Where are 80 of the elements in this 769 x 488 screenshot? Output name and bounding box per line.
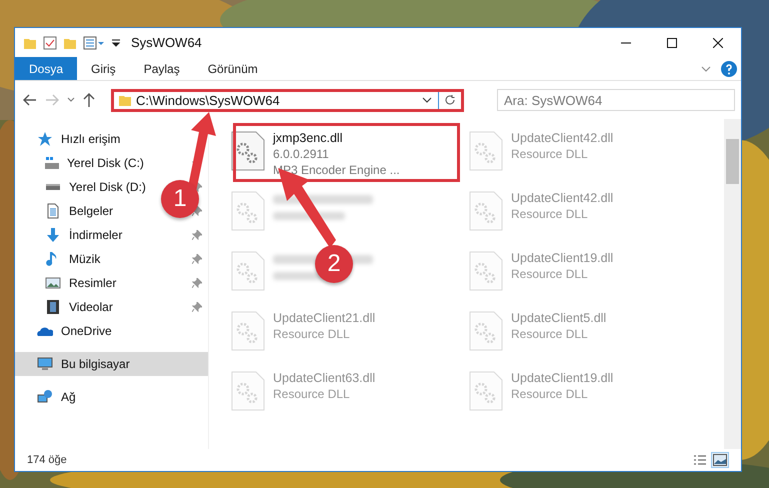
sidebar-item[interactable]: Yerel Disk (D:): [69, 180, 146, 194]
file-description: Resource DLL: [511, 207, 589, 221]
up-button[interactable]: [81, 91, 97, 109]
file-description: Resource DLL: [511, 387, 589, 401]
forward-arrow-icon: [45, 94, 59, 106]
file-icon: [231, 371, 265, 411]
file-icon: [469, 251, 503, 291]
download-icon: [45, 227, 61, 243]
file-description: Resource DLL: [511, 327, 589, 341]
drive-icon: [46, 184, 60, 190]
file-icon: [231, 191, 265, 231]
file-name: jxmp3enc.dll: [273, 131, 344, 145]
sidebar-item[interactable]: Bu bilgisayar: [15, 352, 208, 376]
file-icon: [231, 251, 265, 291]
ribbon-tab[interactable]: Giriş: [77, 57, 130, 80]
pin-icon: [192, 254, 202, 264]
back-button[interactable]: [21, 92, 39, 108]
refresh-icon: [444, 94, 456, 106]
file-name: UpdateClient5.dll: [511, 311, 606, 325]
file-description: Resource DLL: [511, 267, 589, 281]
file-icon: [469, 371, 503, 411]
search-field[interactable]: Ara: SysWOW64: [497, 89, 735, 111]
dropdown-icon: [422, 96, 432, 104]
help-icon[interactable]: [721, 60, 737, 76]
list-icon: [693, 454, 707, 466]
file-version: 6.0.0.2911: [273, 147, 330, 161]
drive-icon: [45, 157, 59, 169]
file-icon: [469, 131, 503, 171]
file-name: UpdateClient21.dll: [273, 311, 376, 325]
film-icon: [45, 299, 61, 315]
file-name: UpdateClient42.dll: [511, 131, 614, 145]
file-description: Resource DLL: [273, 327, 351, 341]
up-arrow-icon: [83, 93, 95, 107]
back-arrow-icon: [23, 94, 37, 106]
ribbon-tab[interactable]: Paylaş: [130, 57, 194, 80]
scrollbar[interactable]: [724, 119, 741, 449]
file-name: UpdateClient19.dll: [511, 251, 614, 265]
window-title: SysWOW64: [131, 35, 202, 50]
expand-ribbon-icon[interactable]: [701, 64, 711, 72]
pin-icon: [192, 230, 202, 240]
file-icon: [469, 311, 503, 351]
file-description: Resource DLL: [273, 387, 351, 401]
pin-icon: [192, 302, 202, 312]
scrollbar-thumb[interactable]: [726, 139, 739, 184]
sidebar-item[interactable]: Belgeler: [69, 204, 114, 218]
file-icon: [231, 311, 265, 351]
pin-icon: [192, 278, 202, 288]
computer-icon: [37, 356, 53, 372]
sidebar-item[interactable]: Ağ: [61, 390, 76, 404]
maximize-icon: [667, 38, 677, 48]
ribbon-tab[interactable]: Görünüm: [194, 57, 272, 80]
folder-icon: [118, 93, 132, 107]
address-bar[interactable]: C:\Windows\SysWOW64: [111, 88, 464, 112]
file-description: Resource DLL: [511, 147, 589, 161]
file-menu-tab[interactable]: Dosya: [15, 57, 78, 80]
sidebar-item[interactable]: Resimler: [69, 276, 116, 290]
image-icon: [713, 454, 727, 466]
file-icon: [231, 131, 265, 171]
sidebar-item[interactable]: Hızlı erişim: [61, 132, 120, 146]
sidebar-item[interactable]: İndirmeler: [69, 228, 122, 242]
close-icon: [713, 38, 723, 48]
file-name: UpdateClient19.dll: [511, 371, 614, 385]
sidebar-item[interactable]: Müzik: [69, 252, 100, 266]
pin-icon: [192, 206, 202, 216]
file-name: UpdateClient42.dll: [511, 191, 614, 205]
properties-icon[interactable]: [43, 36, 57, 50]
file-icon: [469, 191, 503, 231]
document-icon: [45, 203, 61, 219]
pictures-icon: [45, 275, 61, 291]
layout-icon[interactable]: [83, 36, 105, 50]
item-count: 174 öğe: [27, 454, 67, 466]
star-icon: [37, 131, 53, 147]
chevron-icon: [67, 97, 75, 103]
network-icon: [37, 389, 53, 405]
sidebar-item[interactable]: Yerel Disk (C:): [67, 156, 144, 170]
sidebar-item[interactable]: OneDrive: [61, 324, 112, 338]
file-name: UpdateClient63.dll: [273, 371, 376, 385]
customize-icon[interactable]: [111, 38, 121, 48]
sidebar-item[interactable]: Videolar: [69, 300, 113, 314]
large-icons-view-button[interactable]: [711, 452, 729, 468]
